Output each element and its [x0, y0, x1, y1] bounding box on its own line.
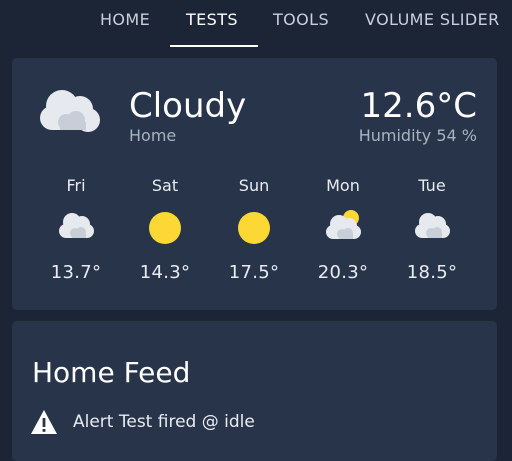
feed-title: Home Feed — [32, 356, 191, 389]
cloudy-icon — [412, 206, 452, 246]
forecast-day-name: Sat — [151, 176, 179, 195]
forecast-day: Sun 17.5° — [214, 176, 294, 296]
weather-location: Home — [129, 126, 177, 145]
humidity: Humidity 54 % — [358, 126, 477, 145]
top-navigation-bar: HOME TESTS TOOLS VOLUME SLIDER — [0, 0, 512, 48]
forecast-day: Fri 13.7° — [36, 176, 116, 296]
cloudy-icon — [56, 206, 96, 246]
forecast-temperature: 14.3° — [139, 262, 191, 283]
weather-card[interactable]: Cloudy Home 12.6°C Humidity 54 % Fri 13.… — [12, 58, 497, 310]
cloudy-icon — [36, 84, 104, 138]
forecast-day-name: Mon — [326, 176, 360, 195]
sunny-icon — [234, 206, 274, 246]
home-feed-card: Home Feed Alert Test fired @ idle — [12, 321, 497, 461]
alert-triangle-icon — [30, 409, 58, 439]
weather-condition: Cloudy — [129, 86, 247, 126]
tab-tests[interactable]: TESTS — [186, 0, 238, 40]
forecast-temperature: 18.5° — [406, 262, 458, 283]
sunny-icon — [145, 206, 185, 246]
tab-volume-slider[interactable]: VOLUME SLIDER — [365, 0, 500, 40]
forecast-day: Sat 14.3° — [125, 176, 205, 296]
forecast-day: Mon 20.3° — [303, 176, 383, 296]
forecast-temperature: 20.3° — [317, 262, 369, 283]
forecast-day-name: Sun — [238, 176, 270, 195]
forecast-temperature: 17.5° — [228, 262, 280, 283]
forecast-temperature: 13.7° — [50, 262, 102, 283]
feed-item[interactable]: Alert Test fired @ idle — [30, 409, 470, 437]
partly-cloudy-icon — [323, 206, 363, 246]
forecast-day-name: Tue — [418, 176, 446, 195]
current-temperature: 12.6°C — [360, 86, 477, 126]
tab-home[interactable]: HOME — [100, 0, 150, 40]
forecast-day: Tue 18.5° — [392, 176, 472, 296]
feed-item-text: Alert Test fired @ idle — [73, 412, 255, 432]
forecast-day-name: Fri — [66, 176, 86, 195]
tab-tools[interactable]: TOOLS — [273, 0, 329, 40]
active-tab-indicator — [170, 45, 258, 47]
